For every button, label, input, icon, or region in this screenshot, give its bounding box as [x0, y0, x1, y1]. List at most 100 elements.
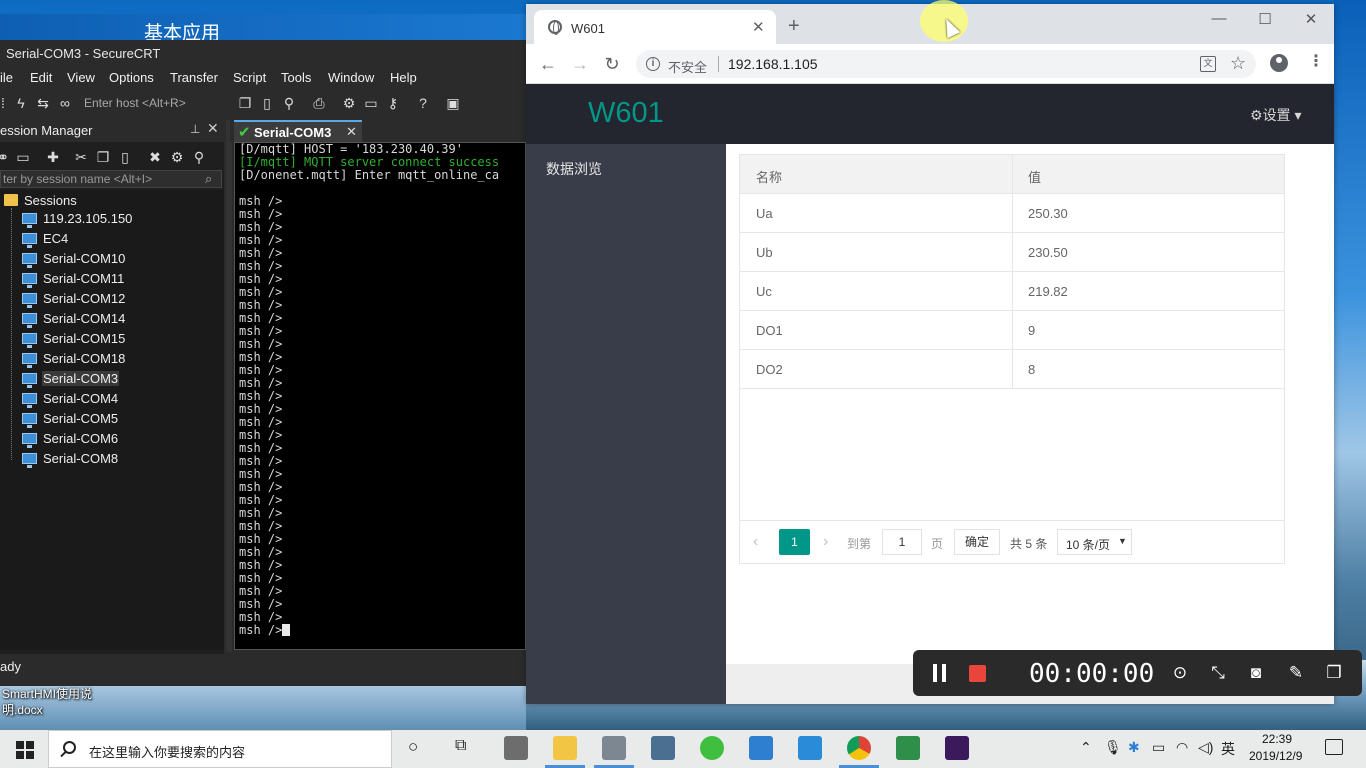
session-item[interactable]: Serial-COM12: [22, 290, 125, 310]
vscode-icon[interactable]: [798, 736, 822, 760]
info-icon[interactable]: i: [646, 57, 660, 71]
settings-menu[interactable]: ⚙设置 ▾: [1250, 105, 1301, 125]
column-header-value[interactable]: 值: [1028, 167, 1041, 186]
menu-help[interactable]: Help: [390, 70, 417, 85]
session-item[interactable]: Serial-COM3: [22, 370, 122, 390]
session-item[interactable]: Serial-COM15: [22, 330, 125, 350]
taskbar-search[interactable]: 在这里输入你要搜索的内容: [48, 730, 392, 768]
session-filter-input[interactable]: ter by session name <Alt+I> ⌕: [0, 170, 222, 188]
reconnect-icon[interactable]: ⇆: [34, 94, 52, 112]
session-item[interactable]: Serial-COM8: [22, 450, 122, 470]
link-icon[interactable]: ⚭: [0, 148, 12, 166]
network-tool-icon[interactable]: [651, 736, 675, 760]
minimize-recorder-icon[interactable]: ❐: [1323, 663, 1345, 683]
bluetooth-icon[interactable]: ✱: [1128, 739, 1140, 756]
session-item[interactable]: Serial-COM18: [22, 350, 125, 370]
key-icon[interactable]: ⚷: [384, 94, 402, 112]
address-bar[interactable]: i 不安全 192.168.1.105: [636, 50, 1256, 78]
copy-session-icon[interactable]: ❐: [94, 148, 112, 166]
wechat-icon[interactable]: [700, 736, 724, 760]
prev-page-icon[interactable]: ‹: [753, 533, 758, 551]
desktop-file-icon[interactable]: SmartHMI使用说明.docx: [2, 686, 92, 718]
chrome-icon[interactable]: [847, 736, 871, 760]
window-close-icon[interactable]: ✕: [1288, 10, 1334, 28]
session-item[interactable]: 119.23.105.150: [22, 210, 132, 230]
close-icon[interactable]: ✕: [207, 120, 219, 137]
close-icon[interactable]: ✕: [752, 18, 765, 36]
help-icon[interactable]: ?: [414, 94, 432, 112]
browser-tab[interactable]: W601 ✕: [534, 10, 776, 44]
menu-file[interactable]: ile: [0, 70, 13, 85]
microphone-icon[interactable]: 🎙: [1104, 739, 1122, 756]
menu-script[interactable]: Script: [233, 70, 266, 85]
session-item[interactable]: Serial-COM6: [22, 430, 122, 450]
cortana-icon[interactable]: ○: [408, 737, 418, 757]
ime-indicator[interactable]: 英: [1221, 739, 1235, 759]
session-item[interactable]: EC4: [22, 230, 122, 250]
tab-serial-com3[interactable]: ✔ Serial-COM3 ✕: [234, 120, 362, 142]
confirm-button[interactable]: 确定: [954, 529, 1000, 555]
sidebar-item-data-browse[interactable]: 数据浏览: [546, 159, 602, 179]
task-view-icon[interactable]: ⧉: [455, 737, 466, 755]
menu-transfer[interactable]: Transfer: [170, 70, 218, 85]
clock-date[interactable]: 2019/12/9: [1249, 749, 1302, 763]
clock-time[interactable]: 22:39: [1262, 732, 1292, 746]
windows-start-icon[interactable]: [16, 741, 34, 759]
page-jump-input[interactable]: [882, 529, 922, 555]
menu-tools[interactable]: Tools: [281, 70, 311, 85]
page-size-select[interactable]: 10 条/页 ▼: [1057, 529, 1132, 555]
terminal[interactable]: [D/mqtt] HOST = '183.230.40.39' [I/mqtt] …: [234, 142, 526, 650]
connect-icon[interactable]: ⁞: [0, 94, 12, 112]
session-item[interactable]: Serial-COM4: [22, 390, 122, 410]
phone-link-icon[interactable]: [749, 736, 773, 760]
session-manager-scrollbar[interactable]: [226, 120, 232, 652]
session-item[interactable]: Serial-COM11: [22, 270, 124, 290]
tab-close-icon[interactable]: ✕: [346, 124, 357, 140]
paste-session-icon[interactable]: ▯: [116, 148, 134, 166]
fullscreen-icon[interactable]: ⤡: [1207, 663, 1229, 683]
settings-icon[interactable]: ⚙: [340, 94, 358, 112]
pin-icon[interactable]: ⊥: [190, 122, 200, 136]
account-icon[interactable]: [1270, 54, 1288, 72]
volume-icon[interactable]: ◁): [1198, 739, 1213, 756]
premiere-icon[interactable]: [945, 736, 969, 760]
wifi-icon[interactable]: ◠: [1176, 739, 1188, 756]
column-header-name[interactable]: 名称: [756, 167, 782, 186]
search-icon[interactable]: ⌕: [205, 171, 212, 187]
menu-window[interactable]: Window: [328, 70, 374, 85]
forward-icon[interactable]: →: [570, 54, 590, 74]
print-icon[interactable]: ⎙: [310, 94, 328, 112]
file-explorer-icon[interactable]: [553, 736, 577, 760]
session-item[interactable]: Serial-COM14: [22, 310, 125, 330]
session-item[interactable]: Serial-COM5: [22, 410, 122, 430]
region-icon[interactable]: ⊙: [1169, 663, 1191, 683]
app-logo[interactable]: W601: [588, 97, 664, 130]
menu-view[interactable]: View: [67, 70, 95, 85]
camera-icon[interactable]: ◙: [1245, 663, 1267, 683]
notification-icon[interactable]: [1325, 739, 1343, 755]
reload-icon[interactable]: ↻: [602, 54, 622, 74]
next-page-icon[interactable]: ›: [823, 533, 828, 551]
pause-icon[interactable]: [933, 664, 947, 682]
cut-icon[interactable]: ✂: [72, 148, 90, 166]
keymap-icon[interactable]: ▭: [362, 94, 380, 112]
table-row[interactable]: Ua 250.30: [740, 194, 1284, 233]
sftp-icon[interactable]: ▣: [444, 94, 462, 112]
quick-connect-icon[interactable]: ϟ: [12, 94, 30, 112]
battery-icon[interactable]: ▭: [1152, 739, 1165, 756]
new-tab-icon[interactable]: +: [788, 16, 800, 36]
host-input[interactable]: Enter host <Alt+R>: [84, 96, 186, 110]
menu-edit[interactable]: Edit: [30, 70, 52, 85]
back-icon[interactable]: ←: [538, 54, 558, 74]
stop-icon[interactable]: [969, 665, 986, 682]
translate-icon[interactable]: 文: [1200, 56, 1216, 72]
table-row[interactable]: Ub 230.50: [740, 233, 1284, 272]
minimize-icon[interactable]: —: [1196, 10, 1242, 27]
tray-expand-icon[interactable]: ⌃: [1080, 739, 1092, 756]
disconnect-icon[interactable]: ∞: [56, 94, 74, 112]
table-row[interactable]: DO1 9: [740, 311, 1284, 350]
chrome-menu-icon[interactable]: ⋮: [1308, 53, 1324, 71]
find-session-icon[interactable]: ⚲: [190, 148, 208, 166]
copy-icon[interactable]: ❐: [236, 94, 254, 112]
current-page-button[interactable]: 1: [779, 529, 810, 555]
